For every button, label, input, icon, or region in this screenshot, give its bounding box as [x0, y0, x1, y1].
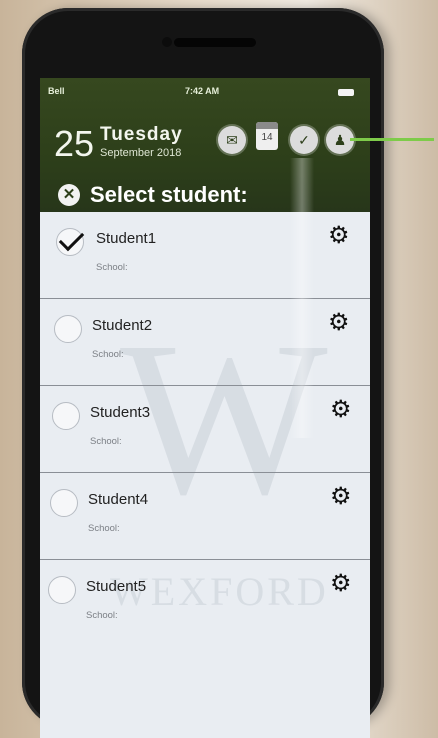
school-label: School:: [90, 436, 122, 447]
student-name: Student3: [90, 404, 151, 421]
front-camera: [162, 37, 172, 47]
gear-icon[interactable]: ⚙: [328, 224, 352, 248]
gear-icon[interactable]: ⚙: [330, 572, 354, 596]
title-bar: ✕ Select student:: [40, 178, 370, 212]
student-radio[interactable]: [50, 489, 78, 517]
school-label: School:: [92, 349, 124, 360]
student-name: Student1: [96, 230, 157, 247]
gear-icon[interactable]: ⚙: [330, 398, 354, 422]
page-title: Select student:: [90, 182, 248, 207]
screen-glare: [290, 158, 314, 438]
school-label: School:: [88, 523, 120, 534]
school-label: School:: [86, 610, 118, 621]
carrier-label: Bell: [48, 86, 65, 96]
student-radio[interactable]: [48, 576, 76, 604]
day-number: 25: [54, 123, 95, 164]
student-name: Student5: [86, 578, 147, 595]
checkmark-icon[interactable]: ✓: [290, 126, 318, 154]
student-row[interactable]: Student3 School: ⚙: [40, 386, 370, 473]
close-icon[interactable]: ✕: [58, 184, 80, 206]
chat-bubble-icon[interactable]: ✉: [218, 126, 246, 154]
month-year-label: September 2018: [100, 147, 182, 159]
earpiece-speaker: [174, 38, 256, 47]
weekday-label: Tuesday: [100, 124, 183, 145]
student-radio[interactable]: [54, 315, 82, 343]
calendar-day-number: 14: [261, 132, 273, 143]
student-row[interactable]: Student5 School: ⚙: [40, 560, 370, 646]
app-screen: Bell 7:42 AM 25 Tuesday September 2018 ✉…: [40, 78, 370, 738]
student-row[interactable]: Student2 School: ⚙: [40, 299, 370, 386]
gear-icon[interactable]: ⚙: [330, 485, 354, 509]
school-label: School:: [96, 262, 128, 273]
gear-icon[interactable]: ⚙: [328, 311, 352, 335]
student-radio[interactable]: [52, 402, 80, 430]
student-row[interactable]: Student4 School: ⚙: [40, 473, 370, 560]
status-time: 7:42 AM: [185, 86, 220, 96]
calendar-icon[interactable]: 14: [256, 122, 278, 150]
annotation-arrow-line: [350, 138, 434, 141]
student-name: Student4: [88, 491, 149, 508]
student-list: Student1 School: ⚙ Student2 School: ⚙ St…: [40, 212, 370, 646]
student-name: Student2: [92, 317, 153, 334]
battery-icon: [338, 89, 354, 96]
app-header: Bell 7:42 AM 25 Tuesday September 2018 ✉…: [40, 78, 370, 212]
student-row[interactable]: Student1 School: ⚙: [40, 212, 370, 299]
